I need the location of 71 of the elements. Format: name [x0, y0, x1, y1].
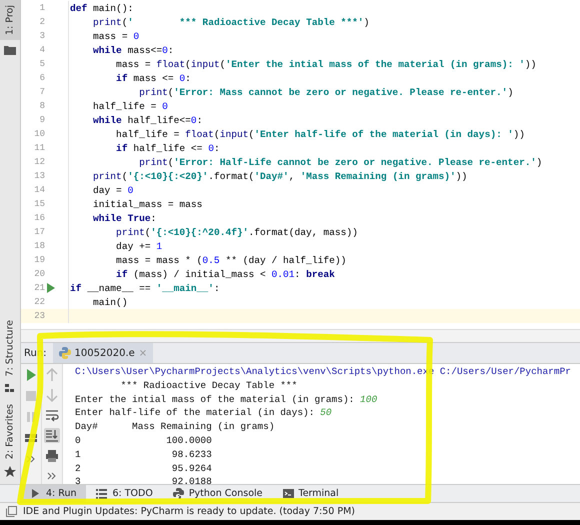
run-icon[interactable]	[47, 283, 55, 293]
code-line: print(' *** Radioactive Decay Table ***')	[92, 16, 370, 28]
play-icon	[30, 488, 41, 499]
line-number: 10	[33, 129, 45, 139]
line-number: 2	[38, 17, 45, 27]
line-number: 12	[33, 157, 45, 167]
code-line: while half_life<=0:	[92, 114, 202, 126]
code-line: while True:	[92, 212, 156, 224]
code-line: mass = mass * (0.5 ** (day / half_life))	[115, 254, 346, 266]
line-number: 23	[33, 311, 45, 321]
project-tab[interactable]: 1: Proj	[0, 0, 20, 40]
scroll-end-icon[interactable]	[44, 428, 60, 444]
console-line: 0 100.0000	[75, 434, 213, 448]
code-line: mass = 0	[92, 30, 140, 42]
line-number: 22	[33, 297, 45, 307]
run-tab[interactable]: 10052020.e ×	[52, 343, 154, 363]
line-number: 1	[38, 3, 45, 13]
status-message: IDE and Plugin Updates: PyCharm is ready to update. (today 7:50 PM)	[23, 506, 355, 517]
star-icon	[4, 466, 16, 478]
line-number: 11	[33, 143, 45, 153]
structure-icon	[5, 384, 15, 393]
code-line: mass = float(input('Enter the intial mass of the material (in grams): '))	[115, 58, 536, 70]
line-number: 5	[38, 59, 45, 69]
line-number: 9	[38, 115, 45, 125]
python-icon	[58, 347, 71, 359]
code-line: print('{:<10}{:<20}'.format('Day#', 'Mass Remaining (in grams)'))	[92, 170, 468, 182]
folder-icon	[4, 44, 16, 55]
line-number: 14	[33, 185, 45, 195]
tool-window-tab[interactable]: 2: Favorites	[0, 398, 20, 464]
line-number: 20	[33, 269, 45, 279]
line-number: 16	[33, 213, 45, 223]
code-line: main()	[92, 296, 128, 308]
code-line: half_life = float(input('Enter half-life of the material (in days): '))	[115, 128, 525, 140]
print-icon[interactable]	[44, 448, 60, 464]
line-number: 18	[33, 241, 45, 251]
line-number: 6	[38, 73, 45, 83]
python-icon	[172, 488, 184, 499]
line-number: 3	[38, 31, 45, 41]
console-line: Enter the intial mass of the material (in grams): 100	[75, 394, 378, 407]
console-line: Enter half-life of the material (in days): 50	[75, 407, 333, 420]
code-line: if (mass) / initial_mass < 0.01: break	[115, 268, 335, 280]
terminal-icon	[282, 488, 294, 499]
code-line: print('{:<10}{:^20.4f}'.format(day, mass))	[115, 226, 358, 238]
tool-window-tab[interactable]: 7: Structure	[0, 315, 20, 382]
tool-window-button[interactable]: Terminal	[272, 485, 349, 502]
status-icon[interactable]	[6, 506, 17, 517]
list-icon	[96, 488, 108, 499]
console-line: 1 98.6233	[75, 448, 213, 462]
line-number: 15	[33, 199, 45, 209]
console-line: *** Radioactive Decay Table ***	[120, 380, 298, 393]
code-line: print('Error: Mass cannot be zero or negative. Please re-enter.')	[138, 86, 514, 98]
line-number: 19	[33, 255, 45, 265]
line-number: 7	[38, 87, 45, 97]
code-line: if mass <= 0:	[115, 72, 191, 84]
code-line: if half_life <= 0:	[115, 142, 220, 154]
line-number: 4	[38, 45, 45, 55]
code-line: print('Error: Half-Life cannot be zero or negative. Please re-enter.')	[138, 156, 542, 168]
code-line: day += 1	[115, 240, 162, 252]
code-line: initial_mass = mass	[92, 198, 202, 210]
code-line: half_life = 0	[92, 100, 168, 112]
line-number: 13	[33, 171, 45, 181]
line-number: 8	[38, 101, 45, 111]
code-line: def main():	[69, 2, 134, 14]
console-line: 2 95.9264	[75, 462, 213, 476]
wrap-icon[interactable]	[44, 408, 60, 423]
line-number: 21	[33, 283, 45, 293]
code-line: if __name__ == '__main__':	[69, 282, 220, 294]
console-line: Day# Mass Remaining (in grams)	[75, 421, 276, 434]
code-line: while mass<=0:	[92, 44, 174, 56]
code-line: day = 0	[92, 184, 134, 196]
line-number: 17	[33, 227, 45, 237]
